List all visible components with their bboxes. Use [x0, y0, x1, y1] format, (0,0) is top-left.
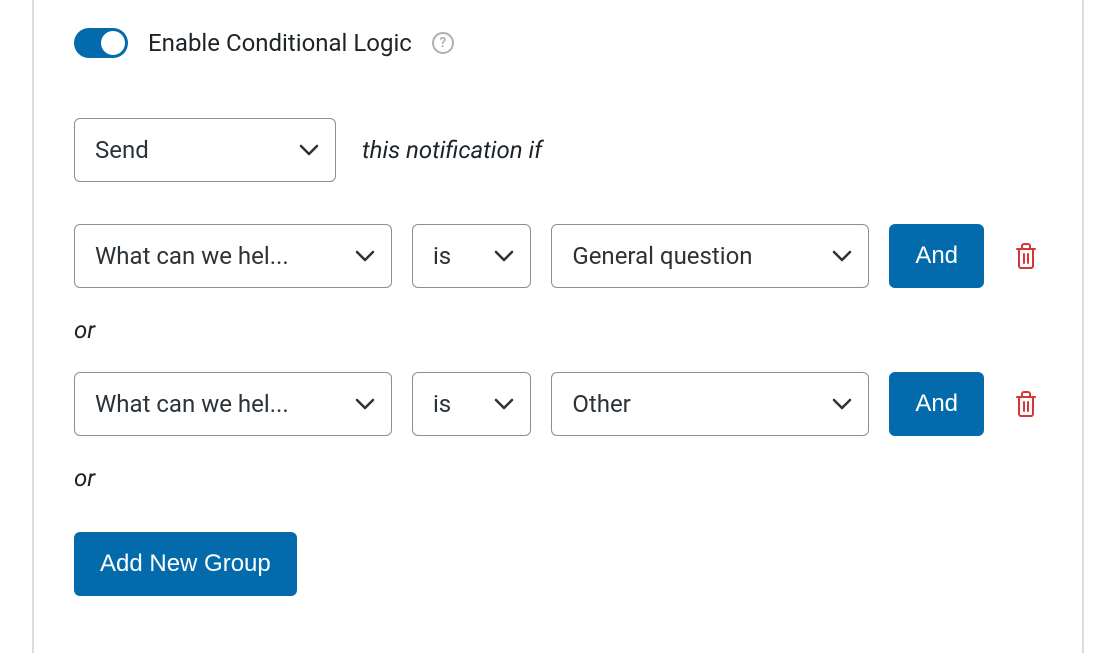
- condition-value-text: Other: [572, 390, 630, 418]
- action-suffix-text: this notification if: [362, 136, 542, 164]
- delete-condition-button[interactable]: [1010, 387, 1042, 421]
- condition-field-select[interactable]: What can we hel...: [74, 372, 392, 436]
- chevron-down-icon: [355, 398, 375, 410]
- or-separator: or: [74, 316, 1042, 344]
- condition-operator-value: is: [433, 390, 451, 418]
- chevron-down-icon: [494, 398, 514, 410]
- chevron-down-icon: [832, 250, 852, 262]
- condition-field-value: What can we hel...: [95, 242, 289, 270]
- toggle-row: Enable Conditional Logic ?: [74, 28, 1042, 58]
- toggle-knob: [101, 31, 125, 55]
- and-button[interactable]: And: [889, 372, 984, 436]
- chevron-down-icon: [299, 144, 319, 156]
- condition-operator-select[interactable]: is: [412, 224, 531, 288]
- condition-operator-select[interactable]: is: [412, 372, 531, 436]
- chevron-down-icon: [832, 398, 852, 410]
- delete-condition-button[interactable]: [1010, 239, 1042, 273]
- condition-row: What can we hel... is Other And: [74, 372, 1042, 436]
- condition-operator-value: is: [433, 242, 451, 270]
- action-row: Send this notification if: [74, 118, 1042, 182]
- help-icon[interactable]: ?: [432, 32, 454, 54]
- condition-value-select[interactable]: General question: [551, 224, 869, 288]
- condition-value-select[interactable]: Other: [551, 372, 869, 436]
- action-select[interactable]: Send: [74, 118, 336, 182]
- trash-icon: [1014, 391, 1038, 417]
- chevron-down-icon: [494, 250, 514, 262]
- and-button[interactable]: And: [889, 224, 984, 288]
- add-new-group-button[interactable]: Add New Group: [74, 532, 297, 596]
- toggle-label: Enable Conditional Logic: [148, 29, 412, 57]
- chevron-down-icon: [355, 250, 375, 262]
- trash-icon: [1014, 243, 1038, 269]
- condition-field-select[interactable]: What can we hel...: [74, 224, 392, 288]
- or-separator: or: [74, 464, 1042, 492]
- condition-value-text: General question: [572, 242, 752, 270]
- action-select-value: Send: [95, 136, 149, 164]
- enable-toggle[interactable]: [74, 28, 128, 58]
- conditional-logic-panel: Enable Conditional Logic ? Send this not…: [32, 0, 1084, 653]
- condition-row: What can we hel... is General question A…: [74, 224, 1042, 288]
- condition-field-value: What can we hel...: [95, 390, 289, 418]
